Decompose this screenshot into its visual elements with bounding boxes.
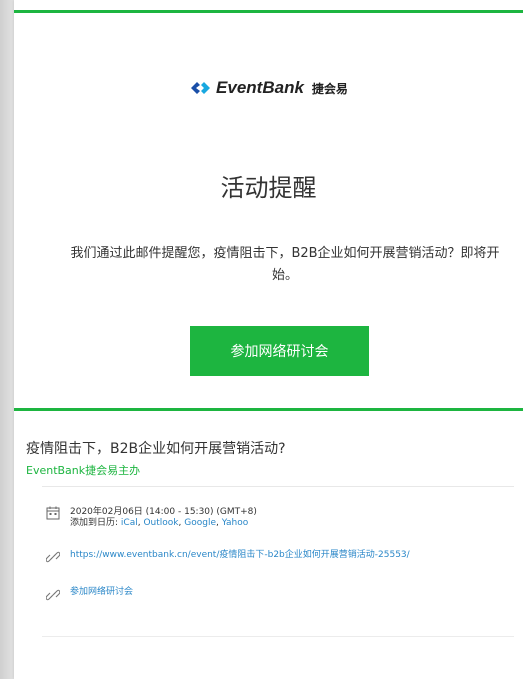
calendar-link-google[interactable]: Google — [184, 518, 216, 528]
join-webinar-button[interactable]: 参加网络研讨会 — [190, 326, 369, 376]
link-icon — [46, 551, 60, 563]
top-accent-bar — [14, 10, 523, 13]
url-row — [46, 550, 60, 564]
event-organizer[interactable]: EventBank捷会易主办 — [26, 462, 140, 478]
event-url-link[interactable]: https://www.eventbank.cn/event/疫情阻击下-b2b… — [70, 547, 410, 560]
link-icon — [46, 589, 60, 601]
calendar-link-yahoo[interactable]: Yahoo — [222, 518, 249, 528]
eventbank-logo-icon — [191, 82, 211, 94]
calendar-prefix: 添加到日历: — [70, 518, 119, 528]
brand-name: EventBank — [216, 78, 304, 97]
reminder-intro: 我们通过此邮件提醒您，疫情阻击下，B2B企业如何开展营销活动？即将开始。 — [70, 246, 500, 283]
section-divider — [14, 408, 523, 411]
event-title: 疫情阻击下，B2B企业如何开展营销活动? — [26, 441, 286, 457]
calendar-link-outlook[interactable]: Outlook — [143, 518, 178, 528]
add-to-calendar: 添加到日历: iCal, Outlook, Google, Yahoo — [70, 518, 249, 528]
calendar-link-ical[interactable]: iCal — [121, 518, 138, 528]
event-datetime: 2020年02月06日 (14:00 - 15:30) (GMT+8) — [70, 507, 257, 517]
reminder-title: 活动提醒 — [220, 174, 317, 202]
separator-line-bottom — [42, 636, 514, 637]
left-shadow — [0, 0, 14, 679]
brand-name-cn: 捷会易 — [311, 81, 348, 96]
datetime-row — [46, 506, 60, 520]
separator-line — [42, 486, 514, 487]
join-webinar-link[interactable]: 参加网络研讨会 — [70, 584, 133, 597]
brand-logo: EventBank 捷会易 — [14, 78, 523, 102]
calendar-icon — [46, 506, 60, 520]
join-link-row — [46, 588, 60, 602]
